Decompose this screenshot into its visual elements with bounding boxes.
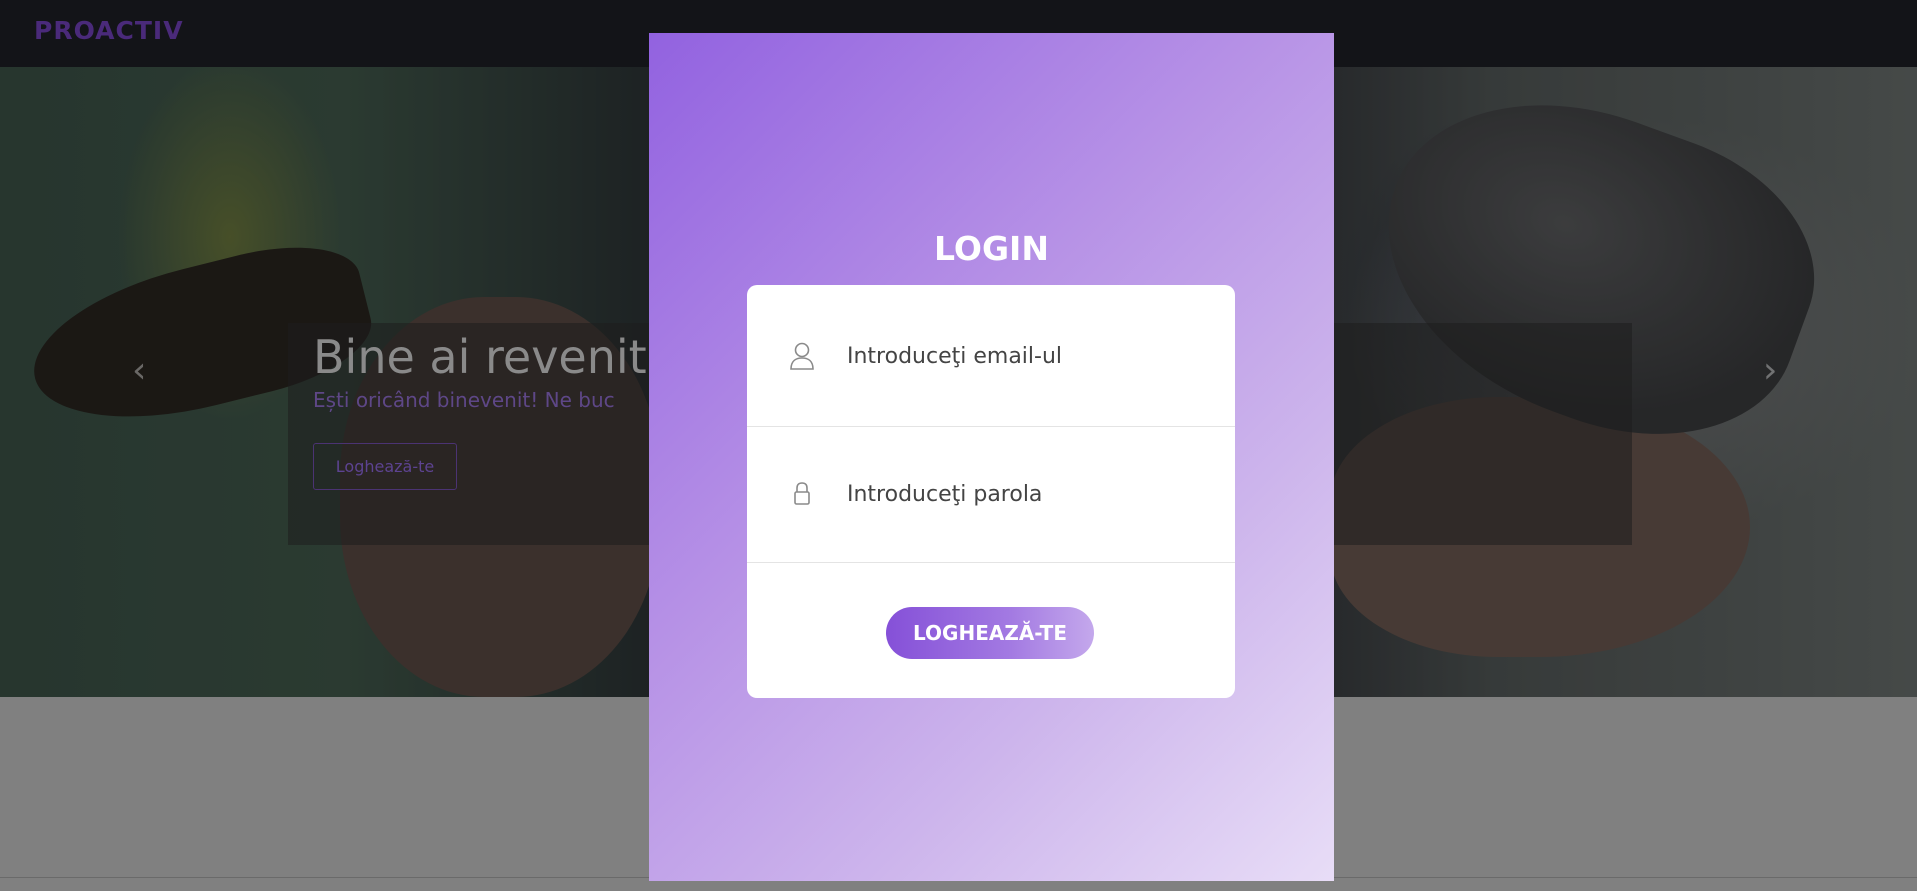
hero-login-button[interactable]: Loghează-te: [313, 443, 457, 490]
carousel-next-icon[interactable]: ›: [1763, 350, 1777, 391]
lock-icon: [789, 479, 815, 509]
brand-logo[interactable]: PROACTIV: [34, 16, 184, 45]
hero-title: Bine ai revenit!: [313, 330, 666, 384]
carousel-prev-icon[interactable]: ‹: [132, 350, 146, 391]
login-submit-button[interactable]: LOGHEAZĂ-TE: [886, 607, 1094, 659]
modal-title: LOGIN: [934, 229, 1049, 268]
password-row: [747, 427, 1235, 563]
login-modal: LOGIN LOGHEAZĂ-TE: [649, 33, 1334, 881]
email-field[interactable]: [847, 338, 1207, 374]
password-field[interactable]: [847, 476, 1207, 512]
hero-subtitle: Ești oricând binevenit! Ne buc: [313, 388, 615, 412]
login-card: LOGHEAZĂ-TE: [747, 285, 1235, 698]
user-icon: [789, 341, 815, 371]
email-row: [747, 285, 1235, 427]
